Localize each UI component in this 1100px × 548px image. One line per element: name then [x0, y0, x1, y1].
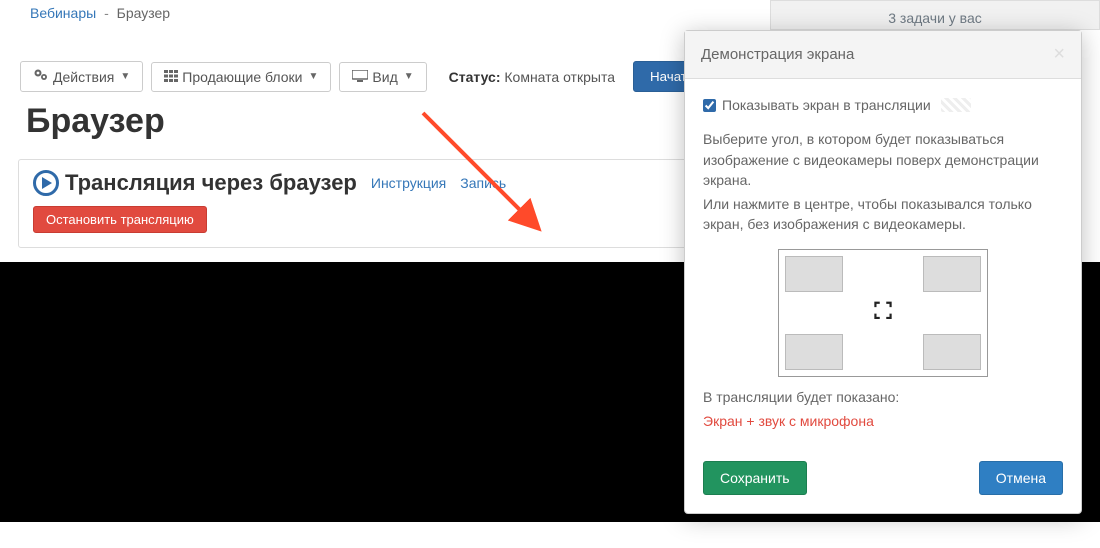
pip-position-picker: [778, 249, 988, 377]
screen-share-modal: Демонстрация экрана × Показывать экран в…: [684, 30, 1082, 514]
pip-bottom-right[interactable]: [923, 334, 981, 370]
gears-icon: [33, 68, 49, 85]
view-label: Вид: [372, 69, 397, 85]
breadcrumb-root[interactable]: Вебинары: [30, 5, 96, 21]
tasks-bar: 3 задачи у вас: [770, 0, 1100, 30]
blocks-dropdown[interactable]: Продающие блоки ▼: [151, 62, 331, 92]
monitor-icon: [352, 69, 368, 85]
breadcrumb-separator: -: [104, 5, 109, 21]
broadcast-info-value: Экран + звук с микрофона: [703, 411, 1063, 431]
show-screen-checkbox-row[interactable]: Показывать экран в трансляции: [703, 95, 1063, 115]
pip-top-left[interactable]: [785, 256, 843, 292]
grid-icon: [164, 69, 178, 85]
show-screen-label: Показывать экран в трансляции: [722, 95, 931, 115]
status-value: Комната открыта: [504, 69, 615, 85]
cancel-button[interactable]: Отмена: [979, 461, 1063, 495]
stop-broadcast-button[interactable]: Остановить трансляцию: [33, 206, 207, 233]
close-icon[interactable]: ×: [1053, 43, 1065, 66]
broadcast-title-row: Трансляция через браузер: [33, 170, 357, 196]
modal-help-2: Или нажмите в центре, чтобы показывался …: [703, 194, 1063, 235]
play-icon[interactable]: [33, 170, 59, 196]
broadcast-info-label: В трансляции будет показано:: [703, 387, 1063, 407]
blocks-label: Продающие блоки: [182, 69, 302, 85]
broadcast-title: Трансляция через браузер: [65, 170, 357, 196]
tasks-line1: 3 задачи у вас: [781, 9, 1089, 29]
caret-down-icon: ▼: [404, 71, 414, 82]
actions-dropdown[interactable]: Действия ▼: [20, 61, 143, 92]
caret-down-icon: ▼: [309, 71, 319, 82]
actions-label: Действия: [53, 69, 114, 85]
pip-top-right[interactable]: [923, 256, 981, 292]
save-button[interactable]: Сохранить: [703, 461, 807, 495]
modal-help-1: Выберите угол, в котором будет показыват…: [703, 129, 1063, 190]
record-link[interactable]: Запись: [460, 175, 506, 191]
status-text: Статус: Комната открыта: [449, 69, 615, 85]
instruction-link[interactable]: Инструкция: [371, 175, 446, 191]
modal-title: Демонстрация экрана: [701, 46, 854, 63]
view-dropdown[interactable]: Вид ▼: [339, 62, 426, 92]
pip-bottom-left[interactable]: [785, 334, 843, 370]
caret-down-icon: ▼: [120, 71, 130, 82]
show-screen-checkbox[interactable]: [703, 99, 716, 112]
status-label: Статус:: [449, 69, 501, 85]
pip-center-only-screen[interactable]: [870, 297, 896, 328]
obscured-text: [941, 98, 971, 112]
breadcrumb-current: Браузер: [117, 5, 170, 21]
